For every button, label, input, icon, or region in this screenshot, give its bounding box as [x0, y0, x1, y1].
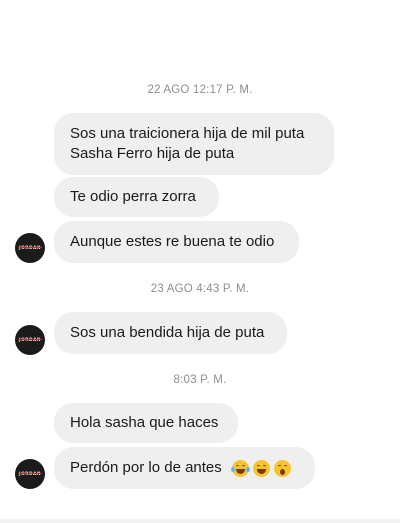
message-text: Sos una traicionera hija de mil puta [70, 125, 305, 142]
bottom-divider [0, 519, 400, 523]
avatar-accent [18, 473, 42, 474]
message-bubble[interactable]: Sos una bendida hija de puta [54, 312, 287, 354]
timestamp: 22 AGO 12:17 P. M. [147, 84, 253, 96]
message-bubble[interactable]: Aunque estes re buena te odio [54, 221, 299, 263]
grinning-face-icon [252, 459, 270, 477]
face-with-open-mouth-icon [273, 459, 291, 477]
avatar-accent [18, 247, 42, 248]
timestamp: 8:03 P. M. [173, 374, 227, 386]
message-bubble[interactable]: Sos una traicionera hija de mil puta Sas… [54, 113, 334, 175]
message-text: Hola sasha que haces [70, 414, 219, 431]
message-text: Aunque estes re buena te odio [70, 233, 275, 250]
timestamp: 23 AGO 4:43 P. M. [150, 283, 250, 295]
message-bubble[interactable]: Te odio perra zorra [54, 177, 219, 217]
message-bubble[interactable]: Hola sasha que haces [54, 403, 238, 443]
message-text: Perdón por lo de antes [70, 459, 222, 476]
avatar-accent [18, 339, 42, 340]
message-text: Sasha Ferro hija de puta [70, 145, 235, 162]
avatar[interactable]: JORDAN [15, 325, 45, 355]
message-text: Sos una bendida hija de puta [70, 324, 265, 341]
face-with-tears-of-joy-icon [230, 459, 250, 477]
message-bubble[interactable]: Perdón por lo de antes [54, 447, 315, 489]
message-text: Te odio perra zorra [70, 188, 196, 205]
avatar[interactable]: JORDAN [15, 459, 45, 489]
avatar[interactable]: JORDAN [15, 233, 45, 263]
